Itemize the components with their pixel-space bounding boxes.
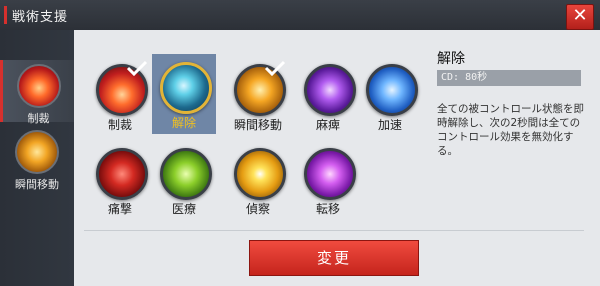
window-title: 戦術支援 <box>12 10 69 25</box>
teleport-icon <box>15 130 59 174</box>
divider <box>84 230 584 231</box>
sanction-icon <box>16 64 61 108</box>
skill-description: 全ての被コントロール状態を即時解除し、次の2秒間は全てのコントロール効果を無効化… <box>437 103 584 157</box>
skill-label: 痛撃 <box>107 202 132 216</box>
recon-icon <box>234 148 286 200</box>
skill-paralysis[interactable]: 麻痺 <box>296 56 360 134</box>
detail-title: 解除 <box>437 51 465 67</box>
skill-critical-strike[interactable]: 痛撃 <box>88 140 152 218</box>
skill-label: 麻痺 <box>315 118 340 132</box>
critical-strike-icon <box>96 148 148 200</box>
skill-teleport[interactable]: 瞬間移動 <box>226 56 290 134</box>
paralysis-icon <box>304 64 356 116</box>
skill-label: 加速 <box>377 118 402 132</box>
sidebar-item-sanction[interactable]: 制裁 <box>0 60 74 125</box>
title-accent <box>4 6 7 24</box>
skill-recon[interactable]: 偵察 <box>226 140 290 218</box>
release-icon <box>160 62 212 114</box>
title-bar: 戦術支援 ✕ <box>0 0 600 31</box>
skill-release[interactable]: 解除 <box>152 54 216 134</box>
skill-heal[interactable]: 医療 <box>152 140 216 218</box>
transfer-icon <box>304 148 356 200</box>
close-button[interactable]: ✕ <box>566 4 594 30</box>
heal-icon <box>160 148 212 200</box>
skill-label: 偵察 <box>245 202 270 216</box>
check-icon <box>126 60 148 76</box>
skill-sanction[interactable]: 制裁 <box>88 56 152 134</box>
skill-label: 制裁 <box>107 118 132 132</box>
sidebar: 制裁 瞬間移動 <box>0 30 74 286</box>
skill-label: 転移 <box>315 202 340 216</box>
skill-label: 瞬間移動 <box>233 118 282 132</box>
skill-label: 解除 <box>171 116 196 130</box>
accelerate-icon <box>366 64 418 116</box>
cooldown-label: CD: 80秒 <box>437 70 581 86</box>
sidebar-item-label: 制裁 <box>27 112 50 125</box>
skill-accelerate[interactable]: 加速 <box>358 56 422 134</box>
skill-transfer[interactable]: 転移 <box>296 140 360 218</box>
skill-label: 医療 <box>171 202 196 216</box>
sidebar-item-teleport[interactable]: 瞬間移動 <box>0 126 74 191</box>
sidebar-item-label: 瞬間移動 <box>15 178 59 191</box>
check-icon <box>264 60 286 76</box>
change-button[interactable]: 変更 <box>249 240 419 276</box>
